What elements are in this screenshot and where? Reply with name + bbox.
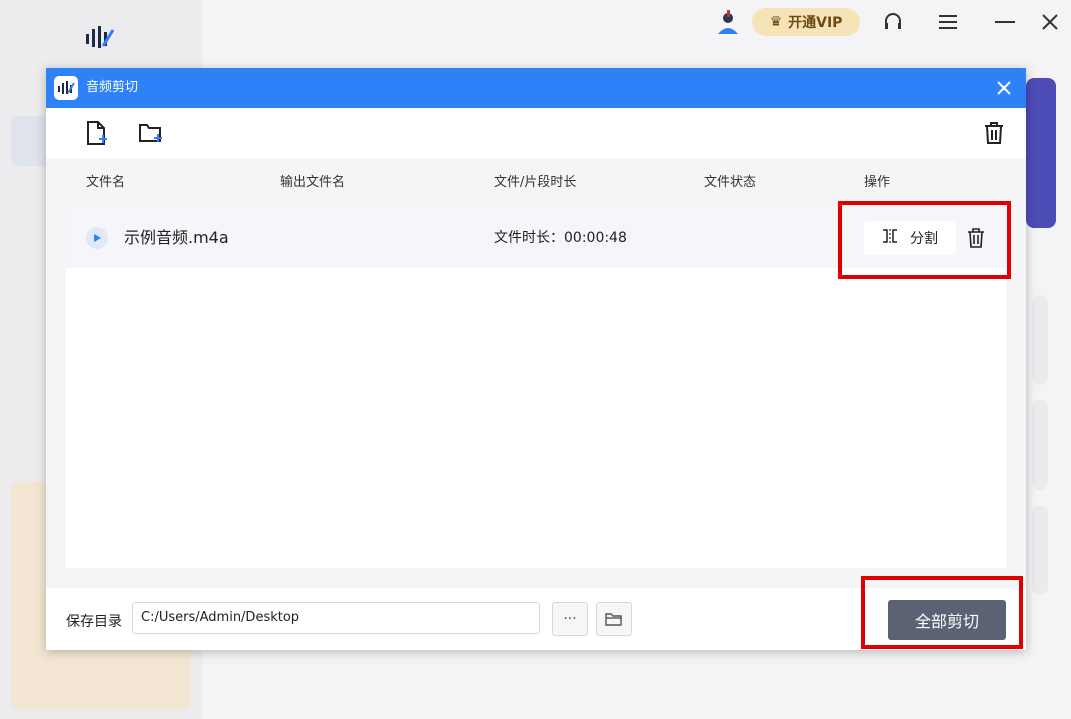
save-dir-label: 保存目录 [66, 614, 122, 630]
dialog-close-icon[interactable] [992, 76, 1016, 100]
sidebar-nav-active[interactable] [11, 116, 51, 166]
bg-card-edge-1 [1032, 295, 1048, 385]
add-folder-icon[interactable] [136, 118, 166, 148]
promo-card-edge[interactable] [1026, 78, 1056, 228]
open-folder-icon[interactable] [596, 602, 632, 636]
dialog-titlebar: 音频剪切 [46, 68, 1026, 108]
dialog-logo-icon [54, 76, 78, 100]
add-file-icon[interactable] [82, 118, 112, 148]
menu-icon[interactable] [935, 8, 961, 36]
header-file-name: 文件名 [86, 175, 126, 190]
vip-button[interactable]: ♛ 开通VIP [752, 8, 860, 36]
dialog-title: 音频剪切 [86, 80, 139, 95]
header-status: 文件状态 [704, 175, 757, 190]
bg-card-edge-2 [1032, 400, 1048, 490]
row-duration: 文件时长：00:00:48 [494, 230, 627, 246]
minimize-icon[interactable] [990, 8, 1020, 36]
header-duration: 文件/片段时长 [494, 175, 577, 190]
dialog-toolbar [46, 108, 1026, 158]
save-path-input[interactable]: C:/Users/Admin/Desktop [132, 602, 540, 634]
crown-icon: ♛ [769, 14, 783, 30]
user-avatar-icon[interactable] [714, 8, 742, 36]
header-output-name: 输出文件名 [280, 175, 346, 190]
highlight-box-cut-all [861, 576, 1023, 649]
bg-card-edge-3 [1032, 505, 1048, 595]
audio-cut-dialog: 音频剪切 文件名 输出文件名 文件/片段时长 文件状态 操作 示例音频.m4a … [46, 68, 1026, 650]
vip-label: 开通VIP [788, 15, 843, 31]
clear-all-trash-icon[interactable] [979, 118, 1009, 148]
window-close-icon[interactable] [1036, 8, 1064, 36]
row-file-name: 示例音频.m4a [124, 228, 229, 247]
more-options-button[interactable]: ··· [552, 602, 588, 636]
highlight-box-actions [838, 201, 1011, 279]
play-icon[interactable] [86, 227, 108, 249]
headset-icon[interactable] [880, 8, 906, 36]
list-empty-area [66, 268, 1006, 568]
app-logo-icon [82, 22, 118, 54]
